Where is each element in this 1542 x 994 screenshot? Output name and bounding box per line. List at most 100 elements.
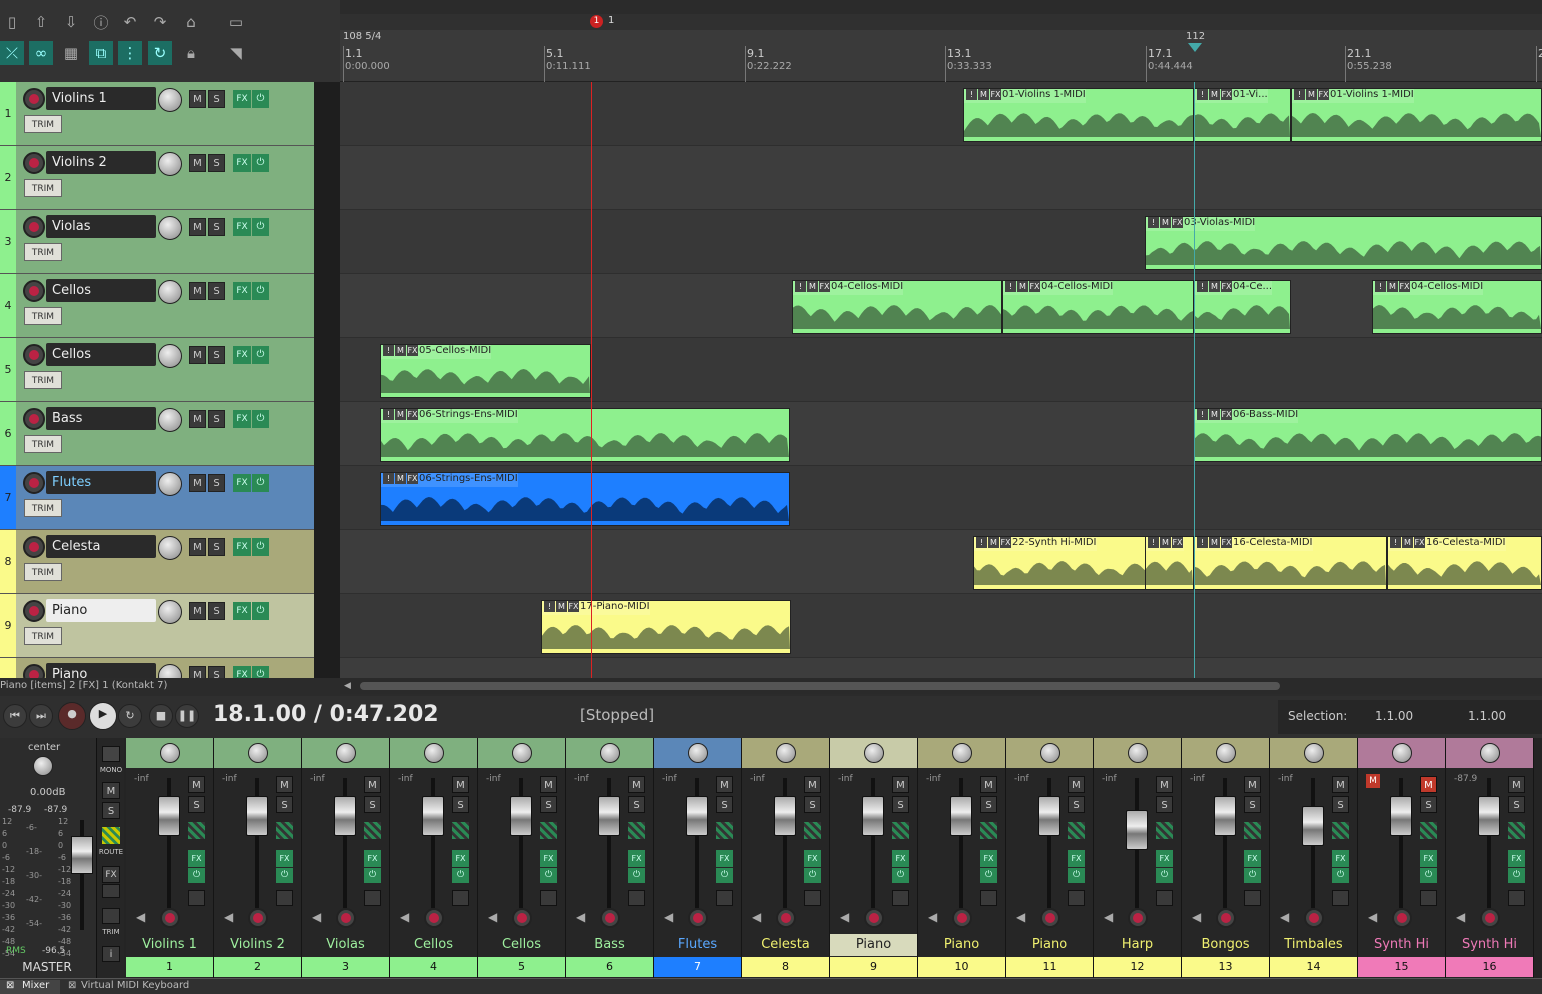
pan-knob[interactable]	[1392, 743, 1412, 763]
envelope-icon[interactable]	[892, 890, 909, 906]
record-arm-button[interactable]	[23, 216, 45, 238]
track-name[interactable]: Piano	[46, 663, 156, 678]
volume-knob[interactable]	[158, 472, 182, 496]
solo-button[interactable]: S	[208, 282, 225, 300]
arrange-view[interactable]: ! M FX01-Violins 1-MIDI! M FX01-Vi...! M FX01-…	[340, 82, 1542, 678]
item-button-icon[interactable]: FX	[1221, 89, 1232, 100]
speaker-icon[interactable]: ◀	[1104, 910, 1113, 924]
pan-knob[interactable]	[952, 743, 972, 763]
mute-button[interactable]: M	[276, 776, 293, 793]
item-button-icon[interactable]: FX	[1172, 537, 1183, 548]
master-envelope-icon[interactable]	[102, 908, 120, 924]
envelope-icon[interactable]	[452, 890, 469, 906]
pan-knob[interactable]	[776, 743, 796, 763]
item-button-icon[interactable]: FX	[819, 281, 830, 292]
fx-button[interactable]: FX	[1420, 850, 1437, 867]
record-arm-button[interactable]	[1480, 908, 1500, 928]
master-pan-knob[interactable]	[33, 756, 53, 776]
tcp-divider[interactable]	[314, 82, 340, 678]
mute-button[interactable]: M	[1244, 776, 1261, 793]
volume-fader[interactable]	[1390, 796, 1412, 836]
record-button[interactable]: ●	[58, 702, 86, 730]
mute-button[interactable]: M	[1156, 776, 1173, 793]
track-row[interactable]: 7 Flutes M S FX ⏻ TRIM	[0, 466, 314, 530]
speaker-icon[interactable]: ◀	[752, 910, 761, 924]
item-button-icon[interactable]: !	[1148, 217, 1159, 228]
item-button-icon[interactable]: M	[1209, 409, 1220, 420]
track-name[interactable]: Celesta	[46, 535, 156, 558]
volume-fader[interactable]	[334, 796, 356, 836]
media-item[interactable]: ! M FX16-Celesta-MIDI	[1194, 536, 1387, 590]
solo-button[interactable]: S	[208, 602, 225, 620]
fx-power-icon[interactable]: ⏻	[252, 90, 269, 108]
master-fader[interactable]	[71, 836, 93, 874]
trim-button[interactable]: TRIM	[24, 243, 62, 261]
item-button-icon[interactable]: FX	[407, 345, 418, 356]
project-info-icon[interactable]: ⓘ	[89, 10, 113, 34]
item-button-icon[interactable]: M	[556, 601, 567, 612]
track-lane[interactable]	[340, 594, 1542, 658]
volume-knob[interactable]	[158, 600, 182, 624]
solo-button[interactable]: S	[208, 538, 225, 556]
strip-name[interactable]: Bass	[566, 934, 653, 956]
route-button[interactable]	[980, 822, 997, 839]
solo-button[interactable]: S	[452, 796, 469, 813]
track-name[interactable]: Violins 2	[46, 151, 156, 174]
item-button-icon[interactable]: M	[1402, 537, 1413, 548]
pause-button[interactable]: ❚❚	[175, 704, 199, 728]
strip-name[interactable]: Bongos	[1182, 934, 1269, 956]
pan-knob[interactable]	[336, 743, 356, 763]
mute-button[interactable]: M	[1068, 776, 1085, 793]
record-arm-button[interactable]	[336, 908, 356, 928]
save-project-icon[interactable]: ⇩	[59, 10, 83, 34]
volume-knob[interactable]	[158, 280, 182, 304]
pan-knob[interactable]	[248, 743, 268, 763]
fx-button[interactable]: FX	[452, 850, 469, 867]
fx-button[interactable]: FX	[233, 538, 251, 556]
track-row[interactable]: 6 Bass M S FX ⏻ TRIM	[0, 402, 314, 466]
pan-knob[interactable]	[864, 743, 884, 763]
media-item[interactable]: ! M FX16-Celesta-MIDI	[1387, 536, 1542, 590]
route-button[interactable]	[628, 822, 645, 839]
fx-button[interactable]: FX	[233, 218, 251, 236]
record-arm-button[interactable]	[23, 536, 45, 558]
speaker-icon[interactable]: ◀	[1456, 910, 1465, 924]
track-name[interactable]: Flutes	[46, 471, 156, 494]
solo-button[interactable]: S	[716, 796, 733, 813]
mute-button[interactable]: M	[980, 776, 997, 793]
go-to-end-button[interactable]: ⏭	[29, 704, 53, 728]
fx-power-icon[interactable]: ⏻	[252, 346, 269, 364]
fx-power-icon[interactable]: ⏻	[252, 602, 269, 620]
item-button-icon[interactable]: M	[1387, 281, 1398, 292]
fx-button[interactable]: FX	[364, 850, 381, 867]
item-button-icon[interactable]: M	[1160, 217, 1171, 228]
track-name[interactable]: Cellos	[46, 343, 156, 366]
solo-button[interactable]: S	[364, 796, 381, 813]
time-display[interactable]: 18.1.00 / 0:47.202	[213, 702, 439, 727]
mute-button[interactable]: M	[540, 776, 557, 793]
record-arm-button[interactable]	[424, 908, 444, 928]
go-to-start-button[interactable]: ⏮	[3, 704, 27, 728]
speaker-icon[interactable]: ◀	[1192, 910, 1201, 924]
fx-button[interactable]: FX	[233, 410, 251, 428]
metronome-icon[interactable]: ⌂	[179, 10, 203, 34]
item-button-icon[interactable]: M	[395, 473, 406, 484]
envelope-icon[interactable]	[188, 890, 205, 906]
track-lane[interactable]	[340, 146, 1542, 210]
master-route-button[interactable]	[102, 827, 120, 844]
record-arm-button[interactable]	[776, 908, 796, 928]
record-arm-button[interactable]	[1216, 908, 1236, 928]
media-item[interactable]: ! M FX01-Violins 1-MIDI	[1291, 88, 1542, 142]
volume-fader[interactable]	[1478, 796, 1500, 836]
selection-end[interactable]: 1.1.00	[1468, 709, 1506, 723]
media-item[interactable]: ! M FX01-Violins 1-MIDI	[963, 88, 1194, 142]
item-button-icon[interactable]: !	[1148, 537, 1159, 548]
solo-button[interactable]: S	[980, 796, 997, 813]
media-item[interactable]: ! M FX01-Vi...	[1194, 88, 1291, 142]
pan-knob[interactable]	[424, 743, 444, 763]
master-fx-button[interactable]: FX	[102, 866, 120, 883]
envelope-icon[interactable]	[804, 890, 821, 906]
play-button[interactable]: ▶	[89, 702, 117, 730]
track-row[interactable]: 8 Celesta M S FX ⏻ TRIM	[0, 530, 314, 594]
track-row[interactable]: 9 Piano M S FX ⏻ TRIM	[0, 594, 314, 658]
